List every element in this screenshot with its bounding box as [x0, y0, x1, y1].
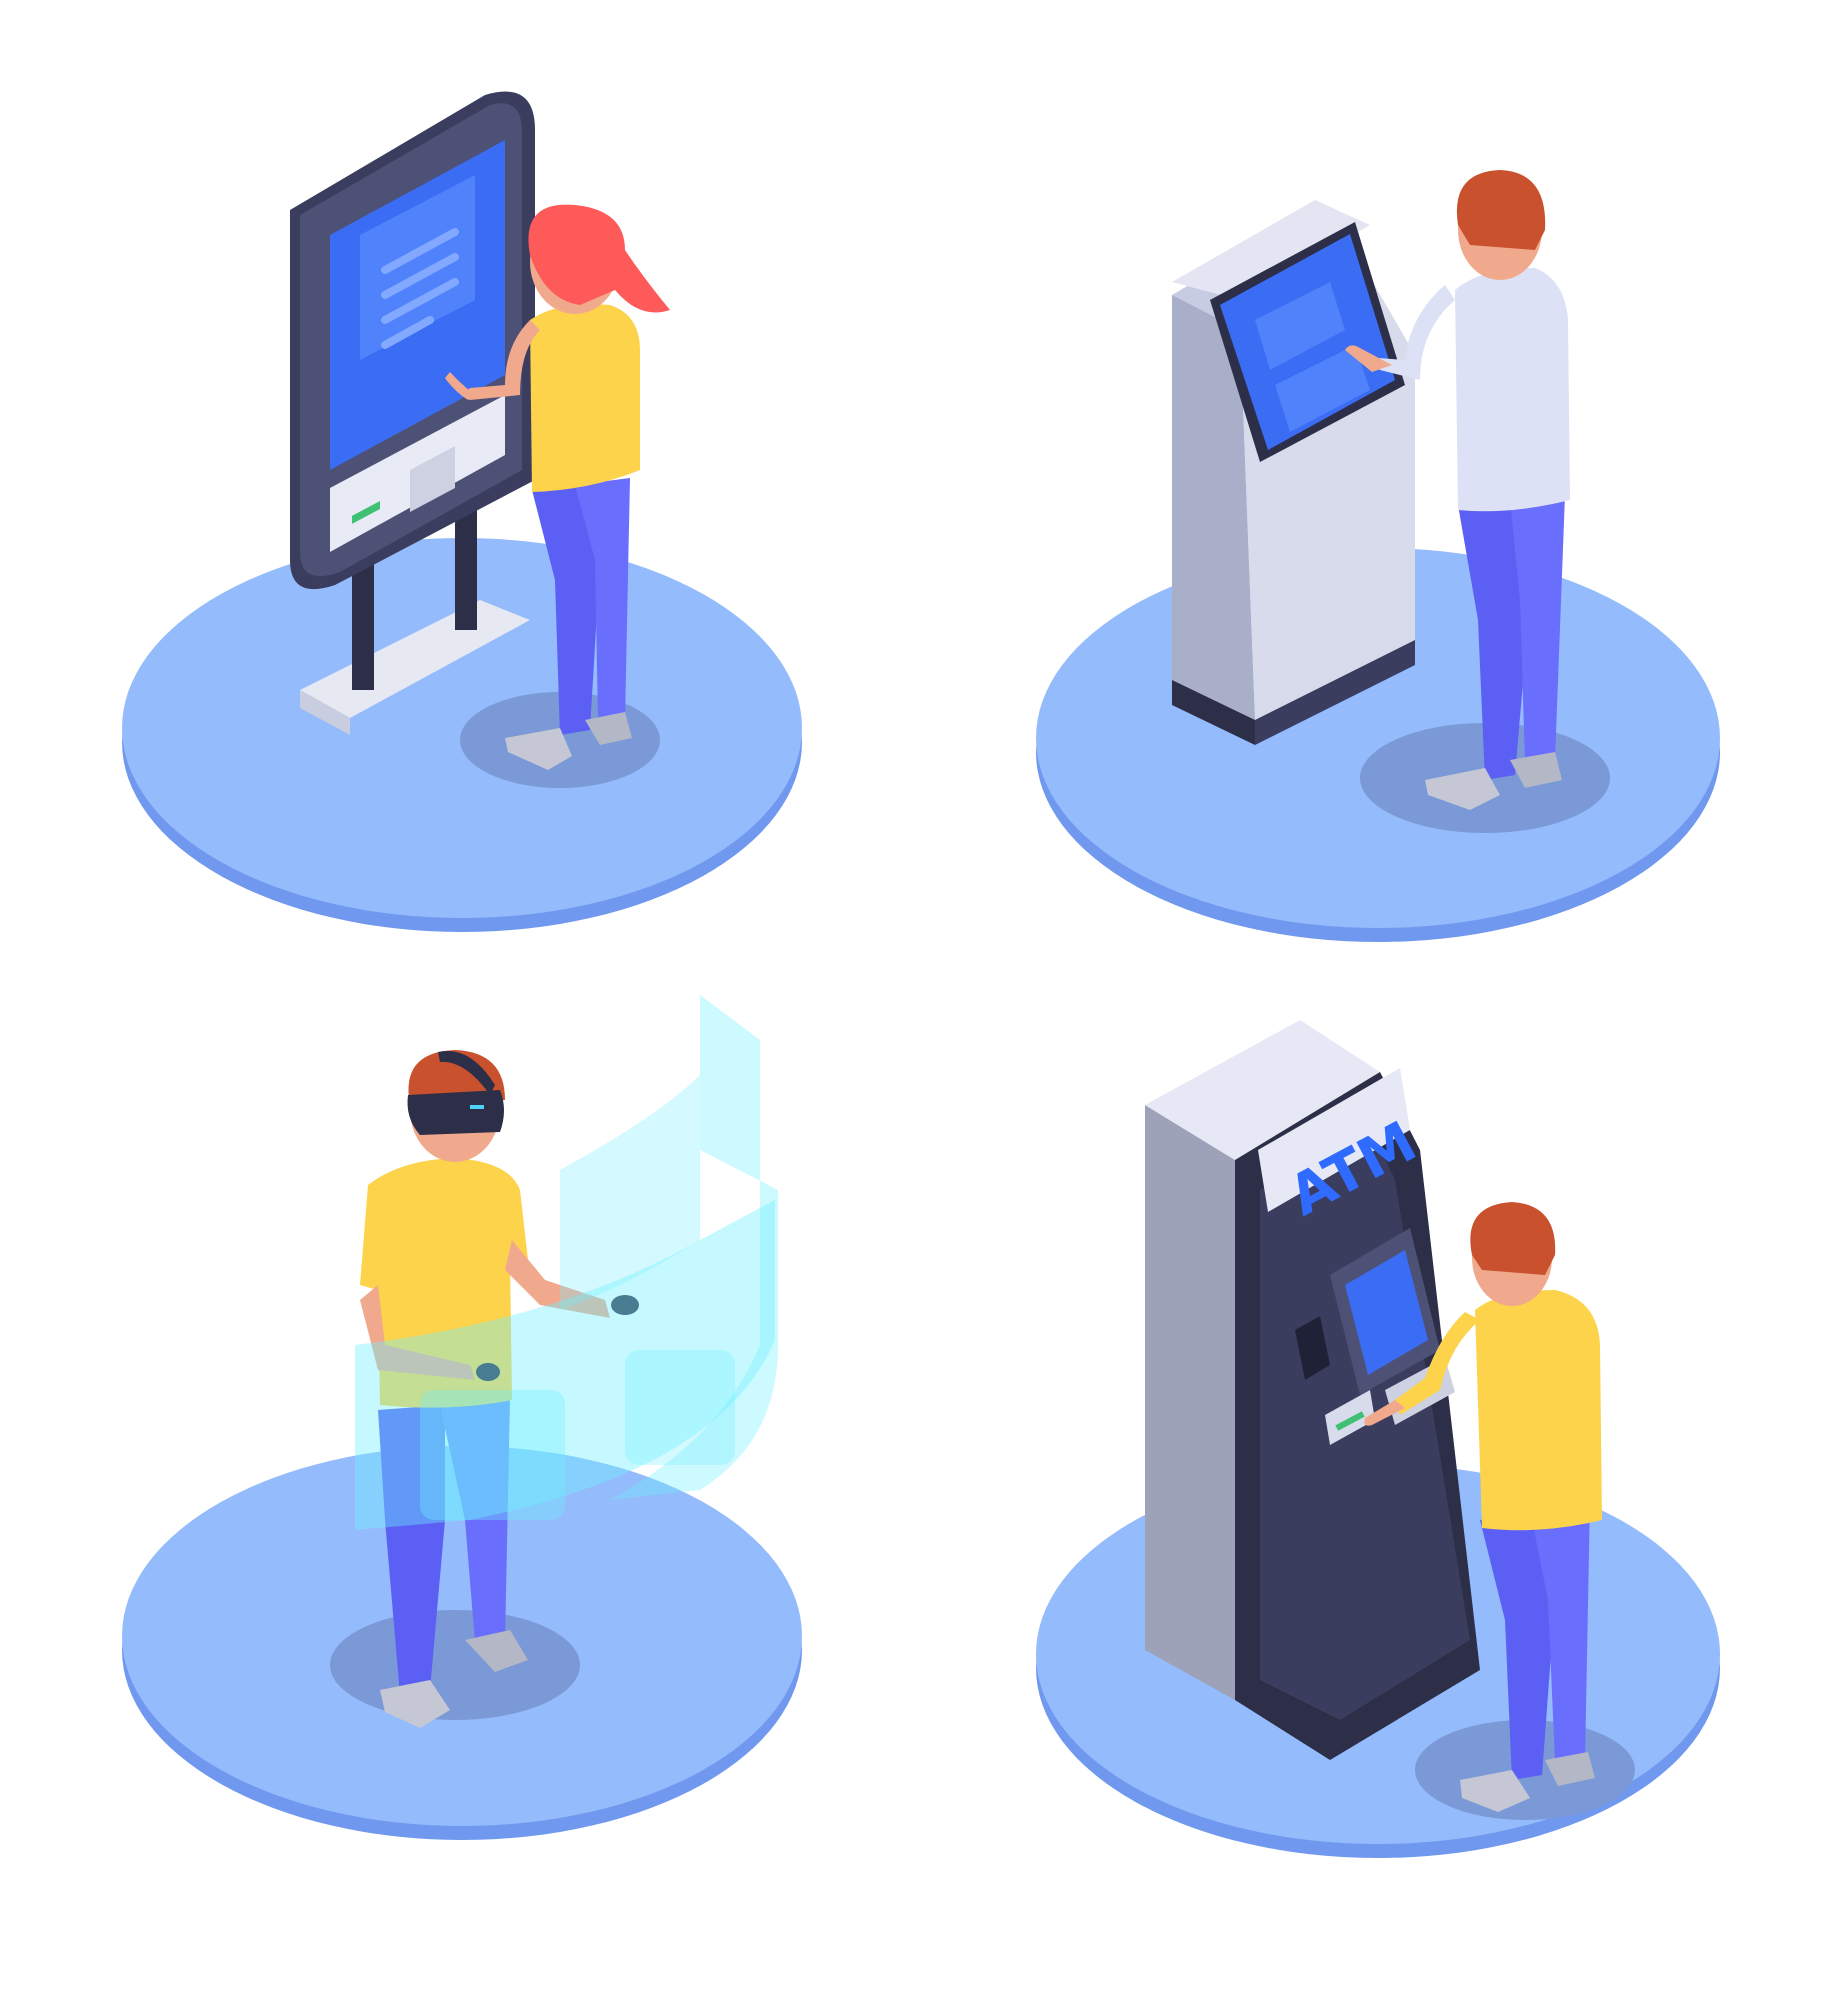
vr-headset-icon — [407, 1090, 504, 1135]
scene-kiosk-woman — [122, 91, 802, 932]
scene-atm-man: ATM — [1036, 1020, 1720, 1858]
scene-terminal-man — [1036, 170, 1720, 942]
illustration-canvas: ATM — [0, 0, 1847, 2000]
scene-vr-hologram — [122, 995, 802, 1840]
